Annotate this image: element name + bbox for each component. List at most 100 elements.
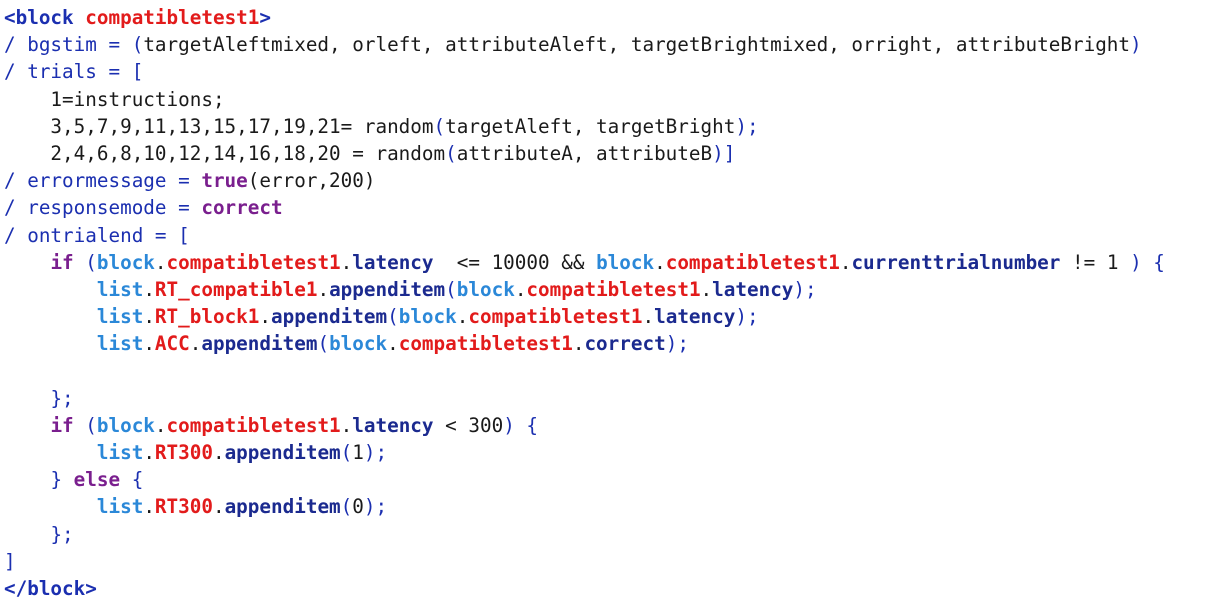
code-token-member: appenditem bbox=[201, 332, 318, 356]
code-token-bracket: [ bbox=[178, 223, 190, 247]
code-line: / bgstim = (targetAleftmixed, orleft, at… bbox=[4, 31, 1209, 58]
code-token-punct: . bbox=[212, 495, 225, 519]
code-token-punct: . bbox=[143, 441, 155, 464]
code-token-punct: . bbox=[700, 277, 713, 301]
code-token-object: block bbox=[329, 332, 388, 356]
code-token-punct: . bbox=[143, 332, 155, 356]
code-line: ] bbox=[4, 548, 1209, 575]
code-token-keyword: else bbox=[73, 468, 121, 492]
code-line: / trials = [ bbox=[4, 58, 1209, 85]
code-line: list.RT_block1.appenditem(block.compatib… bbox=[4, 303, 1209, 330]
code-token-bracket: ) bbox=[1130, 250, 1142, 274]
code-token-bracket: ( bbox=[340, 441, 353, 464]
code-line: }; bbox=[4, 521, 1209, 548]
code-token-member: appenditem bbox=[271, 305, 388, 329]
code-line: 3,5,7,9,11,13,15,17,19,21= random(target… bbox=[4, 113, 1209, 140]
code-line: if (block.compatibletest1.latency <= 100… bbox=[4, 249, 1209, 276]
code-token-attr: / trials = bbox=[4, 60, 132, 84]
code-line: list.ACC.appenditem(block.compatibletest… bbox=[4, 330, 1209, 357]
code-token-object: list bbox=[96, 305, 144, 329]
code-token-plain: 2,4,6,8,10,12,14,16,18,20 = random bbox=[4, 141, 446, 165]
code-token-plain: != 1 bbox=[1060, 250, 1131, 274]
code-token-bracket: ); bbox=[665, 332, 689, 356]
code-token-member: latency bbox=[352, 250, 434, 274]
code-token-bracket: ( bbox=[131, 33, 144, 57]
code-token-object: block bbox=[96, 413, 155, 437]
code-token-member: appenditem bbox=[329, 277, 446, 301]
code-token-object: block bbox=[96, 250, 155, 274]
code-line: </block> bbox=[4, 575, 1209, 602]
code-token-name: compatibletest1 bbox=[665, 250, 840, 274]
code-token-member: latency bbox=[352, 413, 434, 437]
code-token-name: compatibletest1 bbox=[526, 277, 701, 301]
code-token-tag: </block> bbox=[4, 576, 97, 600]
code-token-bracket: ( bbox=[445, 141, 457, 165]
code-token-plain: < 300 bbox=[433, 413, 504, 437]
code-token-bracket: { bbox=[526, 413, 539, 437]
code-token-bracket: )] bbox=[712, 141, 736, 165]
code-token-object: list bbox=[96, 441, 144, 464]
code-token-attr: / bgstim = bbox=[4, 33, 132, 57]
code-token-bracket: ) bbox=[1130, 33, 1142, 57]
code-token-plain: attributeA, attributeB bbox=[456, 141, 713, 165]
code-token-keyword: correct bbox=[201, 196, 283, 220]
code-token-keyword: if bbox=[50, 413, 74, 437]
code-token-punct: . bbox=[387, 332, 399, 356]
code-token-tag: > bbox=[259, 6, 271, 29]
code-token-punct: . bbox=[642, 305, 655, 329]
code-token-member: appenditem bbox=[224, 441, 341, 464]
code-token-punct: . bbox=[340, 250, 353, 274]
code-token-name: RT300 bbox=[154, 495, 213, 519]
code-token-bracket: { bbox=[131, 468, 144, 492]
code-token-attr: / errormessage = bbox=[4, 169, 202, 193]
code-token-punct: . bbox=[514, 277, 527, 301]
code-editor[interactable]: <block compatibletest1> / bgstim = (targe… bbox=[0, 0, 1209, 608]
code-token-bracket: ); bbox=[793, 277, 817, 301]
code-token-punct: . bbox=[143, 495, 155, 519]
code-token-name: RT_block1 bbox=[154, 305, 260, 329]
code-token-tag: <block bbox=[4, 6, 86, 29]
code-token-object: list bbox=[96, 495, 144, 519]
code-line: list.RT_compatible1.appenditem(block.com… bbox=[4, 276, 1209, 303]
code-token-punct: . bbox=[839, 250, 852, 274]
code-line: <block compatibletest1> bbox=[4, 4, 1209, 31]
code-token-object: block bbox=[596, 250, 655, 274]
code-token-member: latency bbox=[712, 277, 794, 301]
code-token-name: RT300 bbox=[154, 441, 213, 464]
code-line: / errormessage = true(error,200) bbox=[4, 167, 1209, 194]
code-token-bracket: { bbox=[1153, 250, 1165, 274]
code-token-member: currenttrialnumber bbox=[851, 250, 1061, 274]
code-token-member: correct bbox=[584, 332, 666, 356]
code-token-name: compatibletest1 bbox=[166, 250, 341, 274]
code-line: list.RT300.appenditem(1); bbox=[4, 439, 1209, 466]
code-token-name: RT_compatible1 bbox=[154, 277, 318, 301]
code-token-bracket: ) bbox=[503, 413, 515, 437]
code-token-attr: / ontrialend = bbox=[4, 223, 179, 247]
code-token-plain: <= 10000 && bbox=[433, 250, 597, 274]
code-token-object: list bbox=[96, 332, 144, 356]
code-token-punct: . bbox=[456, 305, 469, 329]
code-token-name: compatibletest1 bbox=[398, 332, 573, 356]
code-line: / responsemode = correct bbox=[4, 194, 1209, 221]
code-token-bracket: ); bbox=[735, 305, 759, 329]
code-token-bracket: ); bbox=[363, 441, 388, 464]
code-token-tagname: compatibletest1 bbox=[85, 6, 260, 29]
code-line: } else { bbox=[4, 466, 1209, 493]
code-token-bracket: ( bbox=[433, 114, 446, 138]
code-line: if (block.compatibletest1.latency < 300)… bbox=[4, 412, 1209, 439]
code-token-punct: . bbox=[154, 413, 167, 437]
code-token-punct: . bbox=[189, 332, 202, 356]
code-token-member: appenditem bbox=[224, 495, 341, 519]
code-token-bracket: [ bbox=[131, 60, 144, 84]
